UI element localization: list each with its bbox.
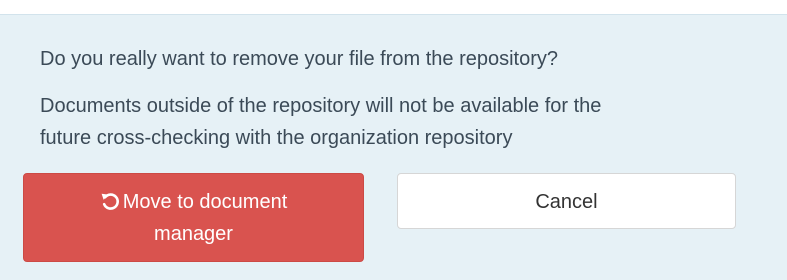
confirm-note-line1: Documents outside of the repository will… [40,95,602,117]
move-button-label-line2: manager [154,223,233,245]
cancel-button[interactable]: Cancel [397,173,736,229]
confirm-remove-panel: Do you really want to remove your file f… [0,14,787,280]
cancel-button-label: Cancel [535,191,598,213]
undo-icon [100,189,120,210]
confirm-note-line2: future cross-checking with the organizat… [40,127,513,149]
move-button-label-line1: Move to document [122,191,288,213]
confirm-question: Do you really want to remove your file f… [40,48,558,70]
move-to-document-manager-button[interactable]: Move to document manager [23,173,364,262]
confirm-note: Documents outside of the repository will… [40,90,700,154]
